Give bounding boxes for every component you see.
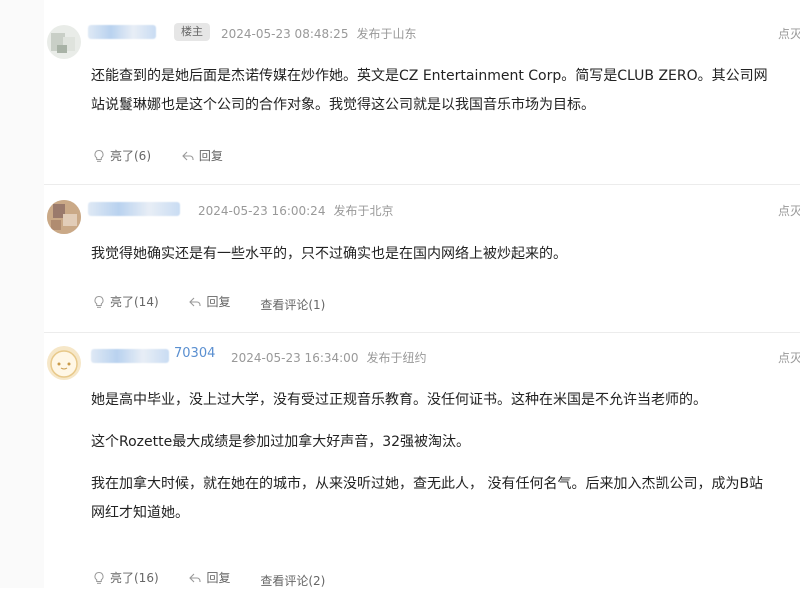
avatar[interactable] (47, 346, 81, 380)
comment-meta: 2024-05-23 16:00:24 发布于北京 (198, 202, 393, 219)
comment-actions: 亮了(14) 回复 查看评论(1) (92, 293, 351, 313)
avatar[interactable] (47, 25, 81, 59)
avatar[interactable] (47, 200, 81, 234)
report-button[interactable]: 点灭 (778, 25, 800, 42)
reply-button[interactable]: 回复 (188, 569, 230, 586)
lightbulb-icon (94, 295, 104, 308)
post-date: 2024-05-23 08:48:25 (221, 27, 349, 41)
left-gutter (0, 0, 44, 588)
comment-actions: 亮了(6) 回复 (92, 147, 249, 166)
like-label: 亮了(6) (110, 149, 151, 163)
reply-arrow-icon (189, 297, 202, 306)
op-badge: 楼主 (174, 23, 210, 41)
reply-arrow-icon (182, 151, 194, 160)
reply-arrow-icon (189, 573, 202, 582)
lightbulb-icon (94, 571, 104, 584)
comment-paragraph: 我在加拿大时候，就在她在的城市，从来没听过她，查无此人， 没有任何名气。后来加入… (91, 476, 764, 521)
post-date: 2024-05-23 16:00:24 (198, 204, 326, 218)
comment-paragraph: 这个Rozette最大成绩是参加过加拿大好声音，32强被淘汰。 (91, 434, 471, 450)
comment-body: 我觉得她确实还是有一些水平的，只不过确实也是在国内网络上被炒起来的。 (91, 240, 771, 269)
username-blurred[interactable] (88, 25, 156, 39)
like-button[interactable]: 亮了(6) (92, 147, 151, 164)
comment-paragraph: 她是高中毕业，没上过大学，没有受过正规音乐教育。没任何证书。这种在米国是不允许当… (91, 392, 707, 408)
view-comments-button[interactable]: 查看评论(2) (260, 572, 325, 589)
reply-label: 回复 (206, 571, 231, 585)
like-button[interactable]: 亮了(14) (92, 293, 159, 310)
comment-body: 还能查到的是她后面是杰诺传媒在炒作她。英文是CZ Entertainment C… (91, 62, 771, 120)
comment-actions: 亮了(16) 回复 查看评论(2) (92, 569, 351, 589)
comment-meta: 2024-05-23 16:34:00 发布于纽约 (231, 349, 426, 366)
report-button[interactable]: 点灭 (778, 202, 800, 219)
like-label: 亮了(16) (110, 571, 159, 585)
like-button[interactable]: 亮了(16) (92, 569, 159, 586)
reply-label: 回复 (206, 295, 231, 309)
username-blurred[interactable] (91, 349, 169, 363)
post-location: 发布于山东 (356, 27, 417, 41)
username-blurred[interactable] (88, 202, 180, 216)
lightbulb-icon (94, 149, 104, 162)
comment-paragraph: 还能查到的是她后面是杰诺传媒在炒作她。英文是CZ Entertainment C… (91, 68, 768, 113)
report-button[interactable]: 点灭 (778, 349, 800, 366)
divider (44, 184, 800, 185)
post-location: 发布于北京 (333, 204, 394, 218)
like-label: 亮了(14) (110, 295, 159, 309)
post-location: 发布于纽约 (366, 351, 427, 365)
comment-meta: 2024-05-23 08:48:25 发布于山东 (221, 25, 416, 42)
post-date: 2024-05-23 16:34:00 (231, 351, 359, 365)
reply-button[interactable]: 回复 (188, 293, 230, 310)
view-comments-button[interactable]: 查看评论(1) (260, 296, 325, 313)
reply-label: 回复 (198, 149, 223, 163)
divider (44, 332, 800, 333)
comment-body: 她是高中毕业，没上过大学，没有受过正规音乐教育。没任何证书。这种在米国是不允许当… (91, 386, 771, 528)
comment-paragraph: 我觉得她确实还是有一些水平的，只不过确实也是在国内网络上被炒起来的。 (91, 246, 567, 262)
reply-button[interactable]: 回复 (181, 147, 223, 164)
username-suffix[interactable]: 70304 (174, 346, 215, 361)
